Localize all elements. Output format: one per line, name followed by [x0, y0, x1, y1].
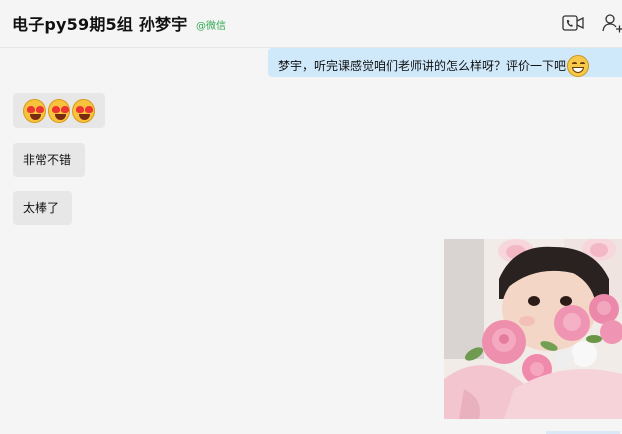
incoming-message[interactable]: 太棒了: [13, 191, 72, 225]
heart-eyes-icon: [23, 98, 46, 123]
add-member-icon[interactable]: [602, 12, 622, 34]
message-text: 太棒了: [23, 201, 60, 215]
grin-icon: [567, 54, 590, 77]
photo-message[interactable]: [444, 239, 622, 419]
chat-title: 电子py59期5组 孙梦宇: [12, 15, 188, 34]
message-text: 梦宇，听完课感觉咱们老师讲的怎么样呀？评价一下吧: [278, 58, 567, 73]
chat-header: 电子py59期5组 孙梦宇 @微信: [0, 0, 622, 48]
heart-eyes-icon: [72, 98, 96, 123]
message-list[interactable]: 梦宇，听完课感觉咱们老师讲的怎么样呀？评价一下吧 非常不错 太棒了: [0, 48, 622, 434]
child-with-pink-roses-photo: [444, 239, 622, 419]
heart-eyes-icon: [47, 98, 71, 123]
wechat-tag: @微信: [196, 21, 226, 32]
message-text: 非常不错: [23, 153, 72, 167]
incoming-emoji-message[interactable]: [13, 93, 105, 128]
incoming-message[interactable]: 非常不错: [13, 143, 85, 177]
video-call-icon[interactable]: [562, 12, 584, 34]
outgoing-message[interactable]: 梦宇，听完课感觉咱们老师讲的怎么样呀？评价一下吧: [268, 48, 622, 77]
